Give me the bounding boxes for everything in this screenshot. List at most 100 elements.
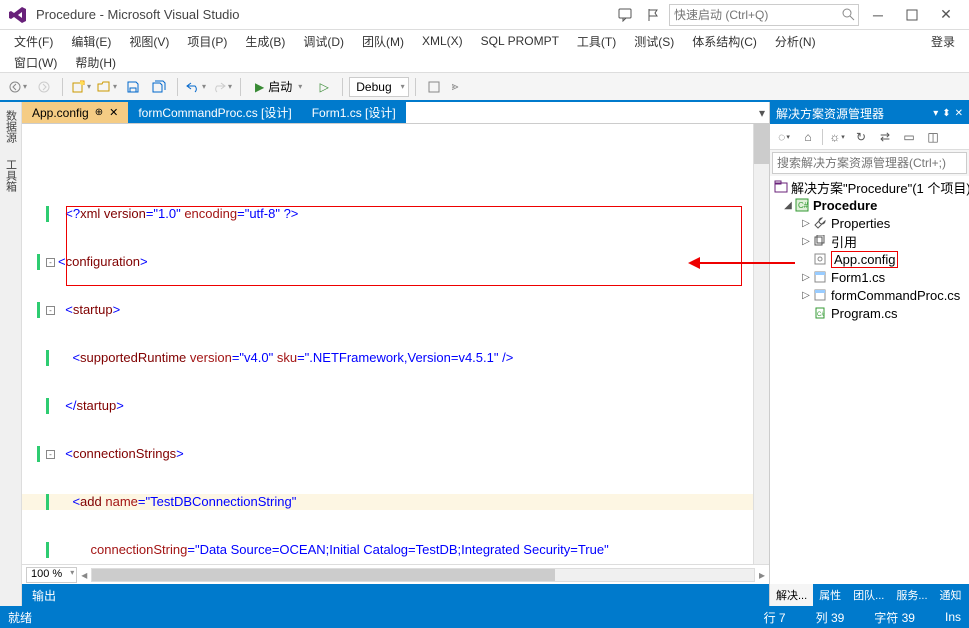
menu-team[interactable]: 团队(M) xyxy=(354,31,412,52)
minimize-button[interactable]: ─ xyxy=(863,3,893,27)
menu-window[interactable]: 窗口(W) xyxy=(6,52,65,73)
config-combo[interactable]: Debug xyxy=(349,77,408,97)
panel-menu-icon[interactable]: ▾ xyxy=(933,108,938,119)
menu-edit[interactable]: 编辑(E) xyxy=(63,31,119,52)
close-icon[interactable]: ✕ xyxy=(109,106,118,119)
zoom-combo[interactable]: 100 % xyxy=(26,567,77,583)
start-label: 启动 xyxy=(268,78,292,95)
menu-project[interactable]: 项目(P) xyxy=(179,31,235,52)
solution-search-input[interactable] xyxy=(772,152,967,174)
menu-xml[interactable]: XML(X) xyxy=(414,32,471,50)
pin-icon[interactable]: ⬍ xyxy=(942,108,950,119)
solution-explorer-title: 解决方案资源管理器 ▾⬍✕ xyxy=(770,102,969,124)
new-project-button[interactable] xyxy=(69,76,93,98)
menu-analyze[interactable]: 分析(N) xyxy=(767,31,824,52)
form-icon xyxy=(812,287,828,303)
tree-solution-root[interactable]: 解决方案"Procedure"(1 个项目) xyxy=(770,178,969,196)
undo-button[interactable] xyxy=(184,76,208,98)
csproj-icon: C# xyxy=(794,197,810,213)
solution-icon xyxy=(774,179,788,195)
menu-architecture[interactable]: 体系结构(C) xyxy=(684,31,765,52)
home-back-button[interactable]: ◌ xyxy=(774,127,794,147)
output-panel-tab[interactable]: 输出 xyxy=(22,584,769,606)
menu-sqlprompt[interactable]: SQL PROMPT xyxy=(473,32,567,50)
tab-dropdown-icon[interactable]: ▾ xyxy=(759,106,765,120)
datasource-tab[interactable]: 数据源 xyxy=(1,102,21,151)
nav-fwd-button[interactable] xyxy=(32,76,56,98)
start-debug-button[interactable]: ▶启动▾ xyxy=(247,76,310,98)
vertical-scrollbar[interactable] xyxy=(753,124,769,564)
solution-tree[interactable]: 解决方案"Procedure"(1 个项目) ◢C#Procedure ▷Pro… xyxy=(770,176,969,584)
svg-text:C#: C# xyxy=(817,312,825,318)
rtab-solution[interactable]: 解决... xyxy=(770,584,813,606)
document-tabs: App.config⊕✕ formCommandProc.cs [设计] For… xyxy=(22,102,769,124)
rtab-services[interactable]: 服务... xyxy=(890,584,933,606)
save-button[interactable] xyxy=(121,76,145,98)
tree-program[interactable]: C#Program.cs xyxy=(770,304,969,322)
tree-formcmd[interactable]: ▷formCommandProc.cs xyxy=(770,286,969,304)
refresh-button[interactable]: ⇄ xyxy=(875,127,895,147)
panel-close-icon[interactable]: ✕ xyxy=(955,108,963,119)
tree-project[interactable]: ◢C#Procedure xyxy=(770,196,969,214)
menu-login[interactable]: 登录 xyxy=(923,31,963,52)
toolbar: ▶启动▾ ▷ Debug ⪢ xyxy=(0,72,969,102)
sync-button[interactable]: ↻ xyxy=(851,127,871,147)
show-all-button[interactable]: ▭ xyxy=(899,127,919,147)
menu-view[interactable]: 视图(V) xyxy=(121,31,177,52)
status-ready: 就绪 xyxy=(8,609,32,626)
window-title: Procedure - Microsoft Visual Studio xyxy=(36,7,613,22)
scope-button[interactable]: ☼ xyxy=(827,127,847,147)
maximize-button[interactable] xyxy=(897,3,927,27)
quick-launch-input[interactable] xyxy=(669,4,859,26)
editor-footer: 100 % ◂ ▸ xyxy=(22,564,769,584)
annotation-arrow xyxy=(699,262,795,264)
nav-back-button[interactable] xyxy=(6,76,30,98)
feedback-icon[interactable] xyxy=(613,3,637,27)
config-icon xyxy=(812,251,828,267)
tool-extra-button[interactable] xyxy=(422,76,446,98)
menu-test[interactable]: 测试(S) xyxy=(626,31,682,52)
right-bottom-tabs: 解决... 属性 团队... 服务... 通知 xyxy=(770,584,969,606)
cs-file-icon: C# xyxy=(812,305,828,321)
properties-button[interactable]: ◫ xyxy=(923,127,943,147)
rtab-properties[interactable]: 属性 xyxy=(813,584,847,606)
tab-formcommandproc[interactable]: formCommandProc.cs [设计] xyxy=(128,102,301,123)
status-char: 字符 39 xyxy=(874,609,915,626)
scroll-left-icon[interactable]: ◂ xyxy=(81,568,87,582)
tab-form1[interactable]: Form1.cs [设计] xyxy=(302,102,406,123)
toolbox-tab[interactable]: 工具箱 xyxy=(1,151,21,200)
code-editor[interactable]: <?xml version="1.0" encoding="utf-8" ?> … xyxy=(22,124,769,564)
scroll-right-icon[interactable]: ▸ xyxy=(759,568,765,582)
status-line: 行 7 xyxy=(764,609,786,626)
tree-form1[interactable]: ▷Form1.cs xyxy=(770,268,969,286)
menubar-2: 窗口(W) 帮助(H) xyxy=(0,52,969,72)
horizontal-scrollbar[interactable] xyxy=(91,568,755,582)
titlebar: Procedure - Microsoft Visual Studio ─ ✕ xyxy=(0,0,969,30)
home-button[interactable]: ⌂ xyxy=(798,127,818,147)
pin-icon[interactable]: ⊕ xyxy=(95,107,103,118)
tab-app-config[interactable]: App.config⊕✕ xyxy=(22,102,128,123)
menu-help[interactable]: 帮助(H) xyxy=(67,52,124,73)
save-all-button[interactable] xyxy=(147,76,171,98)
vs-logo-icon xyxy=(8,5,28,25)
statusbar: 就绪 行 7 列 39 字符 39 Ins xyxy=(0,606,969,628)
start-without-debug-button[interactable]: ▷ xyxy=(312,76,336,98)
menu-file[interactable]: 文件(F) xyxy=(6,31,61,52)
menu-tools[interactable]: 工具(T) xyxy=(569,31,624,52)
tree-appconfig[interactable]: App.config xyxy=(770,250,969,268)
menu-build[interactable]: 生成(B) xyxy=(237,31,293,52)
rtab-team[interactable]: 团队... xyxy=(847,584,890,606)
rtab-notifications[interactable]: 通知 xyxy=(934,584,968,606)
solution-toolbar: ◌ ⌂ ☼ ↻ ⇄ ▭ ◫ xyxy=(770,124,969,150)
close-button[interactable]: ✕ xyxy=(931,3,961,27)
open-button[interactable] xyxy=(95,76,119,98)
menu-debug[interactable]: 调试(D) xyxy=(295,31,352,52)
left-rail: 数据源 工具箱 xyxy=(0,102,22,606)
tree-references[interactable]: ▷引用 xyxy=(770,232,969,250)
status-ins: Ins xyxy=(945,610,961,624)
flag-icon[interactable] xyxy=(641,3,665,27)
svg-text:C#: C# xyxy=(798,201,809,210)
status-col: 列 39 xyxy=(816,609,845,626)
tree-properties[interactable]: ▷Properties xyxy=(770,214,969,232)
redo-button[interactable] xyxy=(210,76,234,98)
